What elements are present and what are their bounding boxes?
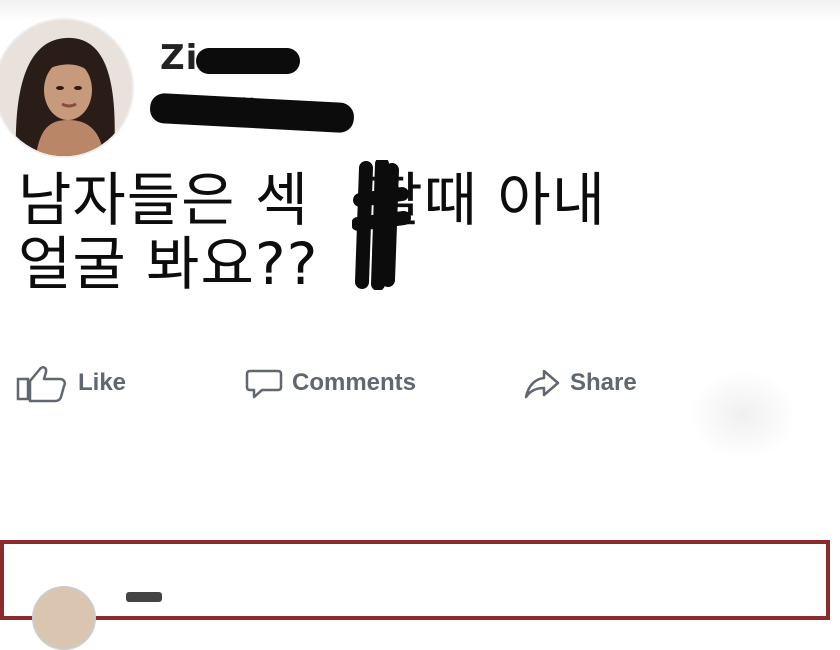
share-button[interactable]: Share	[522, 358, 637, 408]
like-button[interactable]: Like	[14, 358, 126, 408]
post-text-line2: 얼굴 봐요??	[18, 230, 319, 298]
author-avatar[interactable]	[0, 18, 134, 158]
comment-bubble-icon	[245, 369, 283, 399]
comments-button[interactable]: Comments	[244, 358, 416, 408]
text-censor-scribble	[352, 160, 411, 290]
next-post-avatar[interactable]	[32, 586, 96, 650]
like-label: Like	[78, 369, 127, 396]
handle-redaction	[149, 92, 355, 134]
author-username[interactable]: Zi	[160, 38, 198, 78]
next-post-card	[0, 540, 830, 650]
username-redaction	[196, 48, 300, 74]
next-post-author-name[interactable]	[126, 592, 162, 602]
share-arrow-icon	[524, 369, 560, 399]
comments-label: Comments	[292, 369, 417, 396]
avatar-photo	[0, 20, 132, 156]
post-text-line1: 남자들은 섹	[18, 166, 310, 234]
post-card: Zi @lt...zils 남자들은 섹할때 아내 얼굴 봐요?? Like C…	[0, 0, 840, 540]
share-label: Share	[570, 369, 637, 396]
thumbs-up-icon	[16, 366, 67, 403]
background-smudge	[688, 370, 798, 460]
